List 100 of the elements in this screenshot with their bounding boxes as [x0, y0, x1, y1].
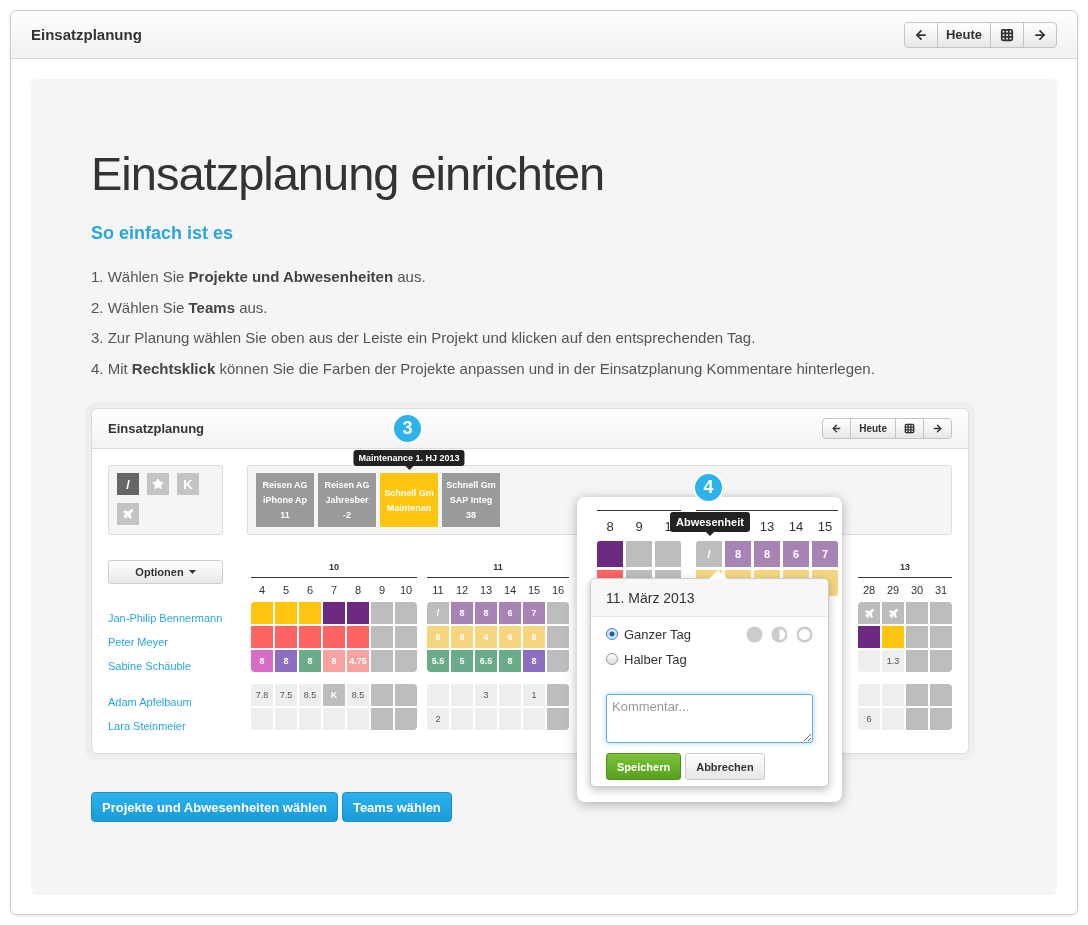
project-cell[interactable]	[275, 602, 297, 624]
travel-cell[interactable]	[858, 602, 880, 624]
day-length-radio[interactable]: Halber Tag	[606, 650, 691, 668]
project-cell[interactable]	[299, 602, 321, 624]
weekend-cell[interactable]	[547, 602, 569, 624]
project-cell[interactable]	[299, 626, 321, 648]
cancel-button[interactable]: Abbrechen	[685, 753, 765, 780]
weekend-cell[interactable]	[395, 602, 417, 624]
person-link[interactable]: Adam Apfelbaum	[108, 690, 251, 714]
choose-button[interactable]: Projekte und Abwesenheiten wählen	[91, 792, 338, 822]
today-button[interactable]: Heute	[850, 418, 896, 439]
weekend-cell[interactable]	[906, 684, 928, 706]
weekend-cell[interactable]	[547, 684, 569, 706]
weekend-cell[interactable]	[626, 541, 652, 567]
absence-type-tile[interactable]: /	[117, 473, 139, 495]
project-cell[interactable]	[251, 602, 273, 624]
project-cell[interactable]: 6.5	[475, 650, 497, 672]
free-day-cell[interactable]: 1.3	[882, 650, 904, 672]
grid-view-button[interactable]	[895, 418, 924, 439]
project-tile[interactable]: Schnell Gm Maintenan	[380, 473, 438, 527]
project-cell[interactable]: 5.5	[427, 650, 449, 672]
half-circle-icon[interactable]	[771, 625, 788, 643]
project-cell[interactable]: 8	[523, 650, 545, 672]
absence-cell[interactable]: /	[696, 541, 722, 567]
project-cell[interactable]: 4.75	[347, 650, 369, 672]
person-link[interactable]: Lara Steinmeier	[108, 714, 251, 738]
free-day-cell[interactable]: 2	[427, 708, 449, 730]
free-day-cell[interactable]: 6	[858, 708, 880, 730]
weekend-cell[interactable]	[906, 602, 928, 624]
weekend-cell[interactable]	[930, 626, 952, 648]
weekend-cell[interactable]	[547, 650, 569, 672]
weekend-cell[interactable]	[371, 626, 393, 648]
project-tile[interactable]: Reisen AG iPhone Ap 11	[256, 473, 314, 527]
project-cell[interactable]: 8	[251, 650, 273, 672]
project-cell[interactable]: 8	[275, 650, 297, 672]
absence-type-tile[interactable]	[147, 473, 169, 495]
project-cell[interactable]	[275, 626, 297, 648]
travel-cell[interactable]	[882, 602, 904, 624]
free-day-cell[interactable]: 1	[523, 684, 545, 706]
weekend-cell[interactable]	[371, 650, 393, 672]
weekend-cell[interactable]	[906, 708, 928, 730]
project-cell[interactable]: 5	[451, 650, 473, 672]
project-cell[interactable]: 7	[523, 602, 545, 624]
previous-button[interactable]	[822, 418, 852, 439]
person-link[interactable]: Peter Meyer	[108, 630, 251, 654]
weekend-cell[interactable]	[906, 626, 928, 648]
full-circle-icon[interactable]	[746, 625, 763, 643]
absence-cell[interactable]: K	[323, 684, 345, 706]
weekend-cell[interactable]	[930, 650, 952, 672]
free-day-cell[interactable]: 7.5	[275, 684, 297, 706]
weekend-cell[interactable]	[547, 708, 569, 730]
previous-button[interactable]	[903, 21, 938, 48]
free-day-cell[interactable]: 3	[475, 684, 497, 706]
weekend-cell[interactable]	[371, 708, 393, 730]
weekend-cell[interactable]	[930, 708, 952, 730]
options-dropdown[interactable]: Optionen	[108, 560, 223, 584]
project-cell[interactable]	[323, 602, 345, 624]
project-cell[interactable]: 8	[451, 602, 473, 624]
next-button[interactable]	[923, 418, 952, 439]
grid-view-button[interactable]	[990, 21, 1024, 48]
absence-type-tile[interactable]	[117, 503, 139, 525]
project-cell[interactable]: 6	[783, 541, 809, 567]
weekend-cell[interactable]	[906, 650, 928, 672]
day-length-radio[interactable]: Ganzer Tag	[606, 625, 691, 643]
weekend-cell[interactable]	[655, 541, 681, 567]
person-link[interactable]: Jan-Philip Bennermann	[108, 606, 251, 630]
empty-circle-icon[interactable]	[796, 625, 813, 643]
project-cell[interactable]: 8	[499, 650, 521, 672]
free-day-cell[interactable]: 8.5	[347, 684, 369, 706]
comment-field[interactable]: Kommentar...	[606, 694, 813, 743]
project-cell[interactable]: 6	[499, 602, 521, 624]
weekend-cell[interactable]	[547, 626, 569, 648]
weekend-cell[interactable]	[395, 650, 417, 672]
weekend-cell[interactable]	[371, 684, 393, 706]
project-cell[interactable]	[251, 626, 273, 648]
project-cell[interactable]	[347, 602, 369, 624]
project-cell[interactable]: 8	[475, 602, 497, 624]
project-cell[interactable]: 8	[725, 541, 751, 567]
next-button[interactable]	[1023, 21, 1057, 48]
absence-type-tile[interactable]: K	[177, 473, 199, 495]
weekend-cell[interactable]	[395, 684, 417, 706]
weekend-cell[interactable]	[371, 602, 393, 624]
project-cell[interactable]	[882, 626, 904, 648]
save-button[interactable]: Speichern	[606, 753, 682, 780]
project-cell[interactable]	[347, 626, 369, 648]
weekend-cell[interactable]	[395, 626, 417, 648]
today-button[interactable]: Heute	[936, 21, 991, 48]
weekend-cell[interactable]	[930, 684, 952, 706]
project-cell[interactable]	[323, 626, 345, 648]
project-cell[interactable]: 7	[812, 541, 838, 567]
project-cell[interactable]: 8	[299, 650, 321, 672]
project-tile[interactable]: Schnell Gm SAP Integ 38	[442, 473, 500, 527]
free-day-cell[interactable]: 7.8	[251, 684, 273, 706]
person-link[interactable]: Sabine Schäuble	[108, 654, 251, 678]
project-tile[interactable]: Reisen AG Jahresber -2	[318, 473, 376, 527]
free-day-cell[interactable]: 8.5	[299, 684, 321, 706]
choose-button[interactable]: Teams wählen	[341, 792, 452, 822]
weekend-cell[interactable]	[930, 602, 952, 624]
absence-cell[interactable]: /	[427, 602, 449, 624]
project-cell[interactable]: 8	[754, 541, 780, 567]
